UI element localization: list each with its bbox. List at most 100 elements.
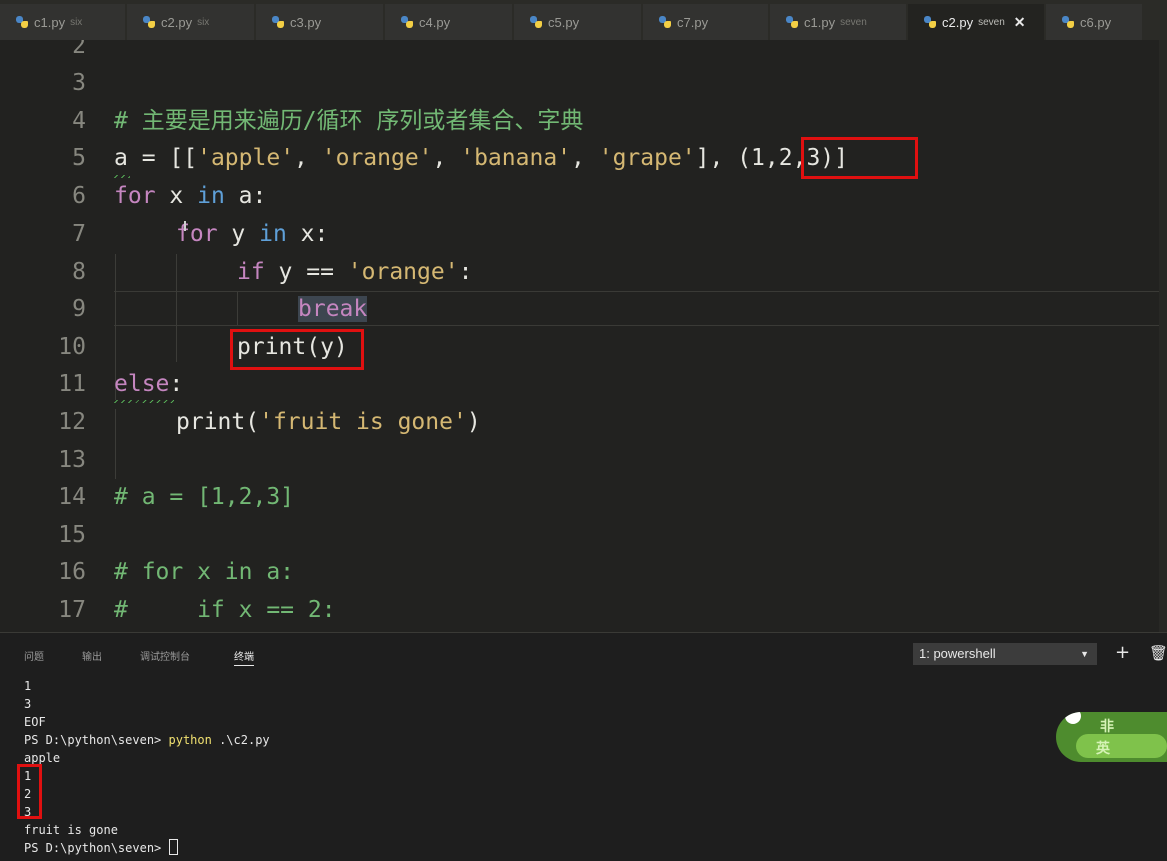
close-icon[interactable]: ✕ [1014, 14, 1026, 31]
string-literal: 'apple' [197, 145, 295, 171]
annotation-box-terminal [17, 764, 42, 819]
tab-c2-seven[interactable]: c2.py seven ✕ [908, 4, 1044, 40]
code-line-12: 12 print('fruit is gone') [0, 404, 1167, 441]
identifier: a: [224, 183, 267, 209]
python-file-icon [786, 16, 798, 28]
terminal-output[interactable]: 1 3 EOF PS D:\python\seven> python .\c2.… [24, 677, 270, 857]
tab-debug-console[interactable]: 调试控制台 [140, 648, 190, 663]
code-line-3: 3 [0, 65, 1167, 102]
code-text: break [298, 291, 368, 328]
code-line-11: 11 else: [0, 366, 1167, 403]
keyword: if [237, 259, 265, 285]
python-file-icon [659, 16, 671, 28]
python-file-icon [530, 16, 542, 28]
keyword: else [114, 371, 170, 397]
bottom-panel: 问题 输出 调试控制台 终端 1: powershell ▼ + 🗑 1 3 E… [0, 632, 1167, 861]
code-editor[interactable]: 2 3 4 # 主要是用来遍历/循环 序列或者集合、字典 5 a = [['ap… [0, 40, 1167, 632]
tab-c3[interactable]: c3.py [256, 4, 383, 40]
code-line-5: 5 a = [['apple', 'orange', 'banana', 'gr… [0, 140, 1167, 177]
editor-scrollbar[interactable] [1159, 40, 1167, 632]
line-number: 3 [72, 70, 86, 96]
punctuation: : [169, 371, 184, 397]
punctuation: : [458, 259, 473, 285]
identifier: x: [286, 221, 329, 247]
terminal-args: .\c2.py [211, 733, 270, 747]
python-file-icon [143, 16, 155, 28]
identifier: y [217, 221, 260, 247]
operator: = [[ [127, 145, 198, 171]
tab-c7[interactable]: c7.py [643, 4, 768, 40]
comment-text: # for x in a: [114, 559, 295, 585]
terminal-selector-value: 1: powershell [919, 646, 996, 661]
string-literal: 'orange' [347, 259, 459, 285]
line-number: 4 [72, 108, 86, 134]
annotation-box-tuple [801, 137, 918, 179]
line-number: 13 [58, 447, 86, 473]
code-text: else: [114, 366, 183, 403]
python-file-icon [272, 16, 284, 28]
tab-folder: seven [978, 16, 1005, 28]
tab-c2-six[interactable]: c2.py six [127, 4, 254, 40]
tab-c5[interactable]: c5.py [514, 4, 641, 40]
string-literal: 'fruit is gone' [259, 409, 467, 435]
tab-label: c2.py [161, 14, 193, 30]
line-number: 11 [58, 371, 86, 397]
identifier: a [114, 145, 128, 171]
code-line-6: 6 for x in a: [0, 178, 1167, 215]
code-text: for y in x: [176, 216, 328, 253]
function-call: print( [176, 409, 260, 435]
annotation-box-print [230, 329, 364, 370]
code-line-7: 7 for y in x: [0, 216, 1167, 253]
operator: y == [264, 259, 348, 285]
keyword: for [114, 183, 156, 209]
terminal-prompt: PS D:\python\seven> [24, 733, 169, 747]
line-number: 2 [72, 40, 86, 59]
keyword-selected: break [298, 296, 368, 322]
python-file-icon [401, 16, 413, 28]
badge-eye-icon [1065, 712, 1081, 724]
terminal-line: 3 [24, 697, 32, 711]
editor-tab-bar: c1.py six c2.py six c3.py c4.py c5.py c7.p… [0, 0, 1167, 40]
tab-output[interactable]: 输出 [82, 648, 102, 663]
badge-text: 非 [1100, 719, 1114, 735]
terminal-prompt: PS D:\python\seven> [24, 841, 169, 855]
watermark-badge: 非 英 [1056, 712, 1167, 762]
code-text: if y == 'orange': [237, 254, 472, 291]
code-line-15: 15 [0, 517, 1167, 554]
tab-label: c6.py [1080, 14, 1112, 30]
code-line-17: 17 # if x == 2: [0, 592, 1167, 629]
tab-problems[interactable]: 问题 [24, 648, 44, 663]
punctuation: , [432, 145, 461, 171]
terminal-line: apple [24, 751, 61, 765]
keyword: in [197, 183, 225, 209]
line-number: 14 [58, 484, 86, 510]
code-line-4: 4 # 主要是用来遍历/循环 序列或者集合、字典 [0, 103, 1167, 140]
trash-icon[interactable]: 🗑 [1149, 641, 1167, 665]
tab-label: c5.py [548, 14, 580, 30]
code-line-10: 10 print(y) [0, 329, 1167, 366]
line-number: 6 [72, 183, 86, 209]
tab-terminal[interactable]: 终端 [234, 648, 254, 666]
string-literal: 'banana' [460, 145, 572, 171]
lint-warning-squiggle [114, 400, 174, 403]
tab-c1-six[interactable]: c1.py six [0, 4, 125, 40]
comment-text: # 主要是用来遍历/循环 序列或者集合、字典 [114, 108, 584, 134]
terminal-command: python [168, 733, 212, 747]
code-text: for x in a: [114, 178, 266, 215]
tab-label: c1.py [804, 14, 836, 30]
line-number: 17 [58, 597, 86, 623]
tab-c4[interactable]: c4.py [385, 4, 512, 40]
tab-c6[interactable]: c6.py [1046, 4, 1142, 40]
badge-text: 英 [1096, 741, 1110, 757]
tab-c1-seven[interactable]: c1.py seven [770, 4, 906, 40]
punctuation: ], [695, 145, 738, 171]
terminal-selector[interactable]: 1: powershell ▼ [913, 643, 1097, 665]
chevron-down-icon: ▼ [1080, 649, 1089, 659]
tab-folder: six [70, 16, 83, 28]
tab-folder: six [197, 16, 210, 28]
comment-text: # if x == 2: [114, 597, 336, 623]
terminal-line: EOF [24, 715, 46, 729]
add-terminal-button[interactable]: + [1115, 641, 1130, 665]
tab-label: c4.py [419, 14, 451, 30]
code-line-8: 8 if y == 'orange': [0, 254, 1167, 291]
